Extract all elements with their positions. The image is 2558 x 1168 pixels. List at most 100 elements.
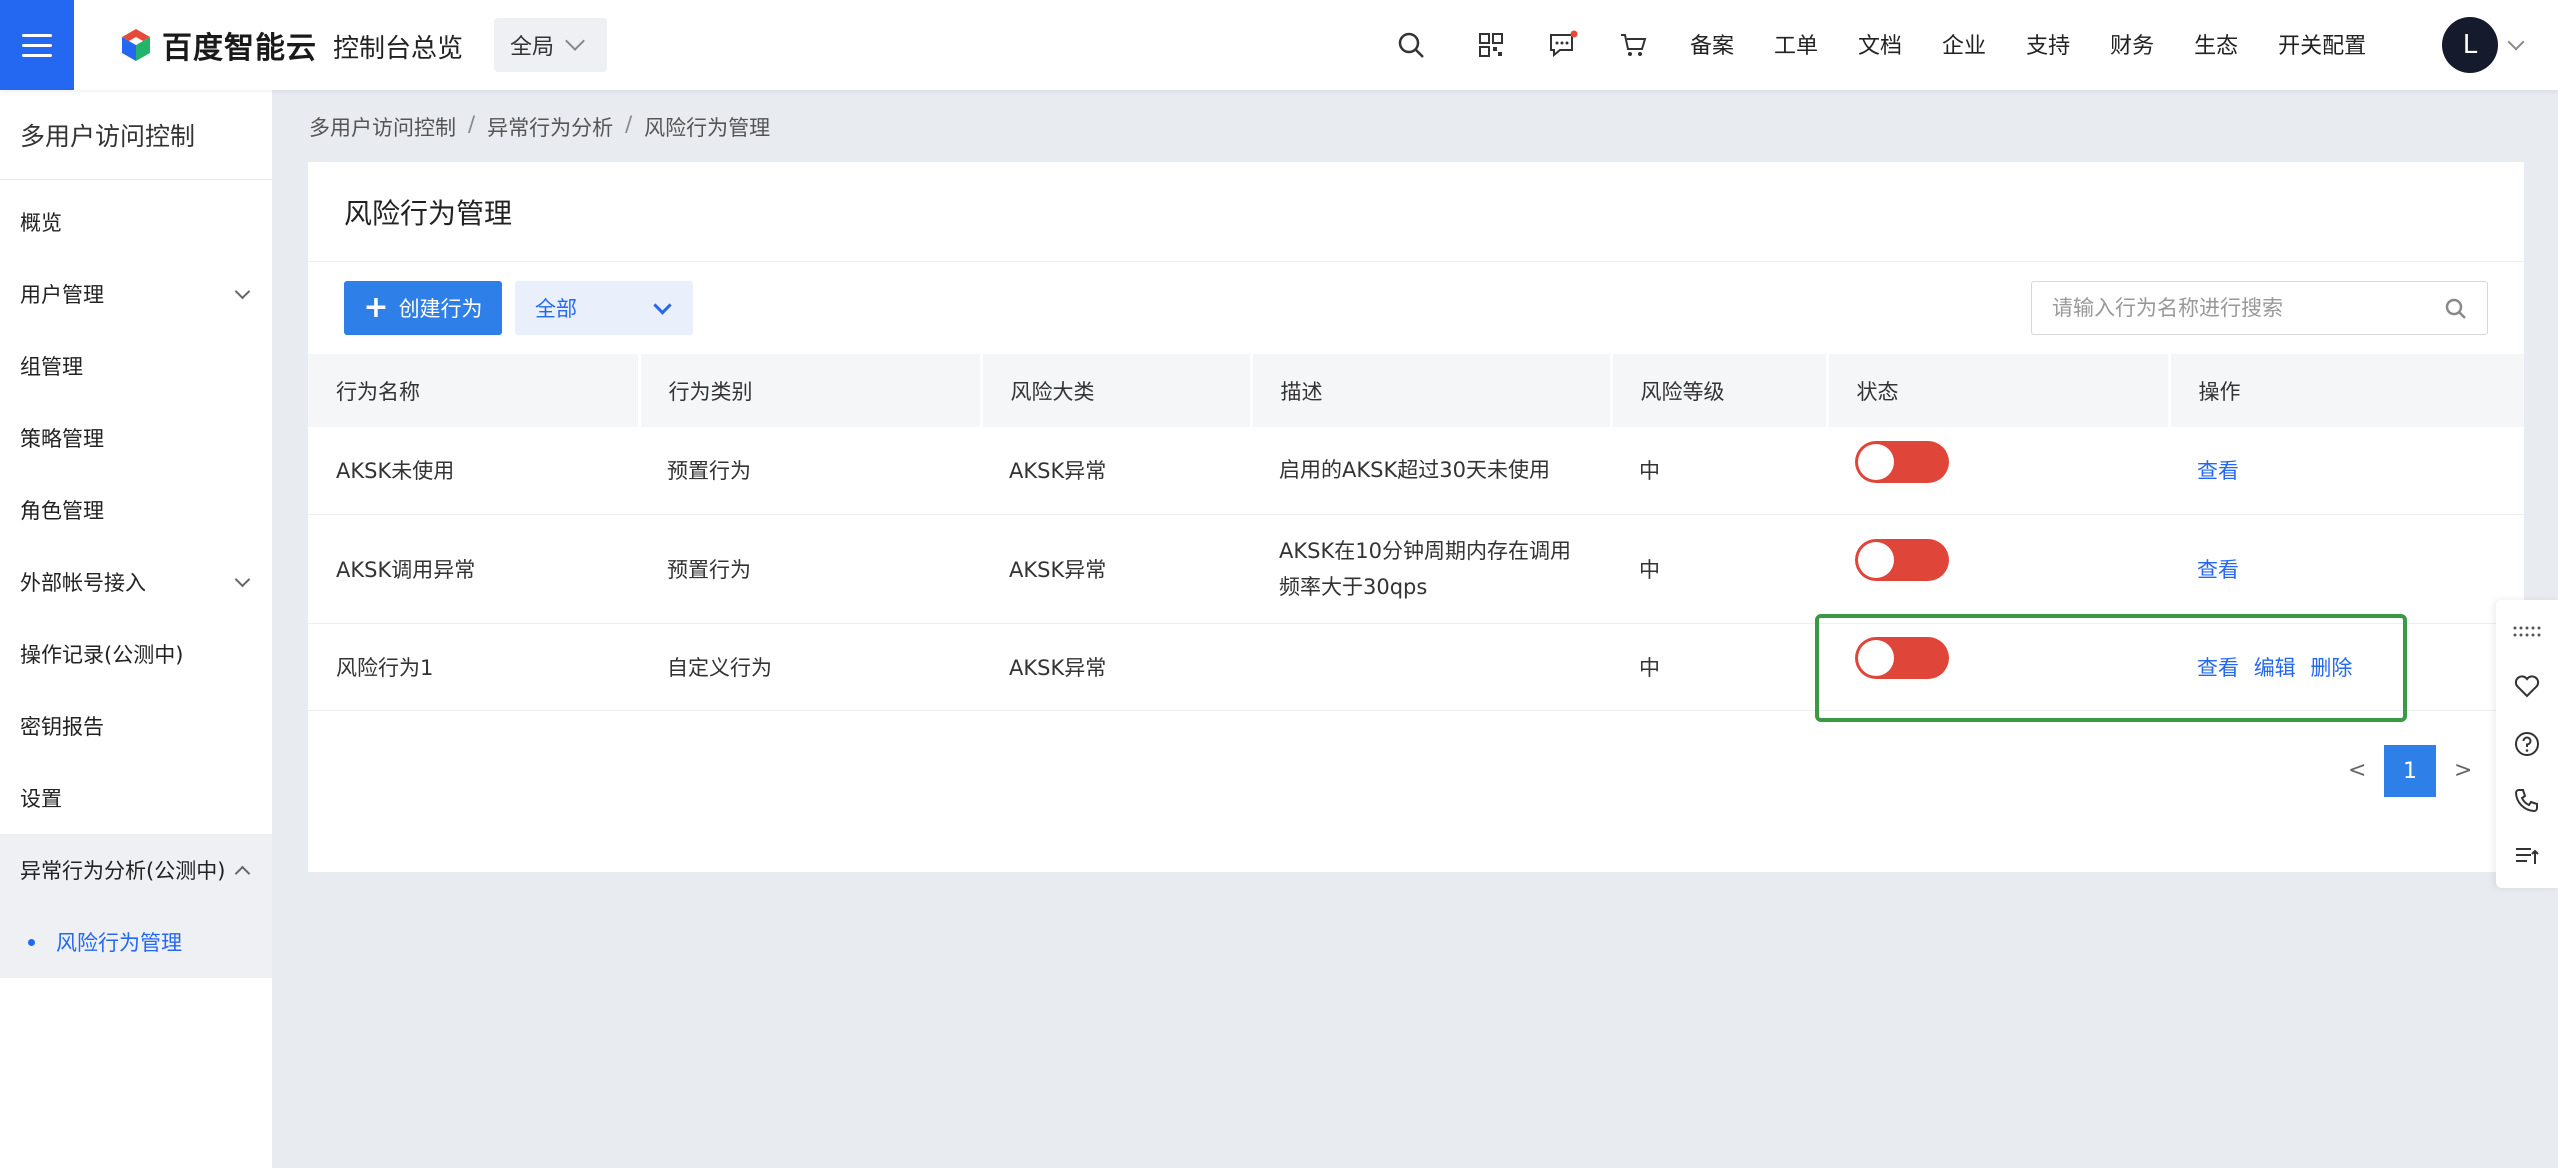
cell-actions: 查看 编辑 删除	[2169, 623, 2524, 711]
sidebar-item-external-accounts[interactable]: 外部帐号接入	[0, 546, 272, 618]
nav-switch-config[interactable]: 开关配置	[2278, 28, 2366, 60]
nav-docs[interactable]: 文档	[1858, 28, 1902, 60]
logo-text: 百度智能云	[162, 31, 317, 66]
cell-category: AKSK异常	[981, 623, 1251, 711]
list-sort-icon[interactable]	[2496, 828, 2558, 884]
cell-level: 中	[1611, 623, 1827, 711]
cell-desc: AKSK在10分钟周期内存在调用频率大于30qps	[1251, 514, 1611, 624]
chevron-down-icon[interactable]	[2507, 33, 2525, 51]
nav-finance[interactable]: 财务	[2110, 28, 2154, 60]
pagination-page-current[interactable]: 1	[2384, 745, 2436, 797]
cell-actions: 查看	[2169, 514, 2524, 624]
phone-icon[interactable]	[2496, 772, 2558, 828]
logo[interactable]: 百度智能云	[118, 24, 317, 66]
column-header: 行为类别	[639, 354, 983, 427]
cell-actions: 查看	[2169, 427, 2524, 515]
sidebar-title: 多用户访问控制	[0, 90, 272, 180]
breadcrumb: 多用户访问控制 / 异常行为分析 / 风险行为管理	[309, 112, 771, 142]
create-behavior-button[interactable]: + 创建行为	[344, 281, 502, 335]
sidebar-item-overview[interactable]: 概览	[0, 186, 272, 258]
breadcrumb-item-current: 风险行为管理	[644, 116, 771, 140]
help-icon[interactable]	[2496, 716, 2558, 772]
cell-name: 风险行为1	[308, 623, 639, 711]
search-icon[interactable]	[1388, 22, 1434, 68]
search-icon[interactable]	[2445, 298, 2467, 320]
console-overview-link[interactable]: 控制台总览	[333, 28, 463, 65]
risk-behavior-table: 行为名称 行为类别 风险大类 描述 风险等级 状态 操作 AKSK未使用 预置行…	[308, 354, 2524, 711]
sidebar-item-key-report[interactable]: 密钥报告	[0, 690, 272, 762]
top-nav: 备案 工单 文档 企业 支持 财务 生态 开关配置	[1690, 28, 2406, 60]
baidu-cloud-logo-icon	[122, 29, 150, 61]
qrcode-icon[interactable]	[1468, 22, 1514, 68]
nav-ticket[interactable]: 工单	[1774, 28, 1818, 60]
sidebar-item-users[interactable]: 用户管理	[0, 258, 272, 330]
delete-link[interactable]: 删除	[2310, 656, 2352, 680]
chevron-down-icon	[653, 296, 672, 315]
floating-toolbar	[2496, 600, 2558, 888]
cell-type: 自定义行为	[639, 623, 981, 711]
region-select[interactable]: 全局	[494, 18, 607, 72]
hamburger-menu-button[interactable]	[0, 0, 74, 90]
nav-enterprise[interactable]: 企业	[1942, 28, 1986, 60]
cell-level: 中	[1611, 427, 1827, 515]
sidebar-item-operation-logs[interactable]: 操作记录(公测中)	[0, 618, 272, 690]
breadcrumb-item[interactable]: 多用户访问控制	[309, 112, 456, 142]
cell-desc: 启用的AKSK超过30天未使用	[1251, 427, 1611, 515]
column-header: 行为名称	[308, 354, 641, 427]
table-header-row: 行为名称 行为类别 风险大类 描述 风险等级 状态 操作	[308, 354, 2524, 427]
sidebar-item-settings[interactable]: 设置	[0, 762, 272, 834]
status-toggle[interactable]	[1855, 440, 1949, 483]
cell-status	[1827, 623, 2169, 711]
table-row: AKSK未使用 预置行为 AKSK异常 启用的AKSK超过30天未使用 中 查看	[308, 427, 2524, 515]
hamburger-icon	[22, 33, 52, 37]
message-icon[interactable]	[1540, 22, 1586, 68]
plus-icon: +	[363, 290, 389, 325]
avatar[interactable]: L	[2442, 17, 2498, 73]
search-input[interactable]	[2052, 296, 2432, 320]
sidebar: 多用户访问控制 概览 用户管理 组管理 策略管理 角色管理 外部帐号接入 操作记…	[0, 90, 272, 1168]
sidebar-item-groups[interactable]: 组管理	[0, 330, 272, 402]
cell-name: AKSK调用异常	[308, 514, 639, 624]
cell-category: AKSK异常	[981, 427, 1251, 515]
cell-status	[1827, 427, 2169, 515]
cell-desc	[1251, 623, 1611, 711]
edit-link[interactable]: 编辑	[2254, 656, 2296, 680]
nav-ecosystem[interactable]: 生态	[2194, 28, 2238, 60]
cell-name: AKSK未使用	[308, 427, 639, 515]
cart-icon[interactable]	[1610, 22, 1656, 68]
breadcrumb-item[interactable]: 异常行为分析	[487, 112, 613, 142]
category-filter-select[interactable]: 全部	[515, 281, 693, 335]
column-header: 风险等级	[1611, 354, 1829, 427]
status-toggle[interactable]	[1855, 637, 1949, 679]
view-link[interactable]: 查看	[2197, 656, 2239, 680]
table-row: AKSK调用异常 预置行为 AKSK异常 AKSK在10分钟周期内存在调用频率大…	[308, 514, 2524, 624]
column-header: 操作	[2169, 354, 2524, 427]
column-header: 描述	[1251, 354, 1613, 427]
region-value: 全局	[510, 35, 555, 60]
cell-type: 预置行为	[639, 514, 981, 624]
cell-level: 中	[1611, 514, 1827, 624]
view-link[interactable]: 查看	[2197, 459, 2239, 483]
pagination-next[interactable]: >	[2454, 758, 2472, 783]
sidebar-subitem-risk-behavior[interactable]: 风险行为管理	[0, 906, 272, 978]
sidebar-item-policies[interactable]: 策略管理	[0, 402, 272, 474]
favorite-icon[interactable]	[2496, 658, 2558, 714]
drag-handle-icon[interactable]	[2496, 604, 2558, 660]
status-toggle[interactable]	[1855, 539, 1949, 581]
cell-status	[1827, 514, 2169, 624]
search-box	[2031, 281, 2488, 335]
sidebar-item-anomaly-analysis[interactable]: 异常行为分析(公测中)	[0, 834, 272, 906]
page-title: 风险行为管理	[344, 197, 513, 230]
divider	[308, 261, 2524, 262]
chevron-down-icon	[565, 31, 585, 51]
chevron-down-icon	[234, 283, 251, 300]
view-link[interactable]: 查看	[2197, 558, 2239, 582]
table-row: 风险行为1 自定义行为 AKSK异常 中 查看 编辑 删除	[308, 623, 2524, 711]
chevron-down-icon	[234, 571, 251, 588]
nav-beian[interactable]: 备案	[1690, 28, 1734, 60]
column-header: 状态	[1827, 354, 2171, 427]
nav-support[interactable]: 支持	[2026, 28, 2070, 60]
pagination-prev[interactable]: <	[2348, 758, 2366, 783]
main-panel: 风险行为管理 + 创建行为 全部 行为名称 行为类别 风险大类 描述 风险等级 …	[308, 162, 2524, 872]
sidebar-item-roles[interactable]: 角色管理	[0, 474, 272, 546]
